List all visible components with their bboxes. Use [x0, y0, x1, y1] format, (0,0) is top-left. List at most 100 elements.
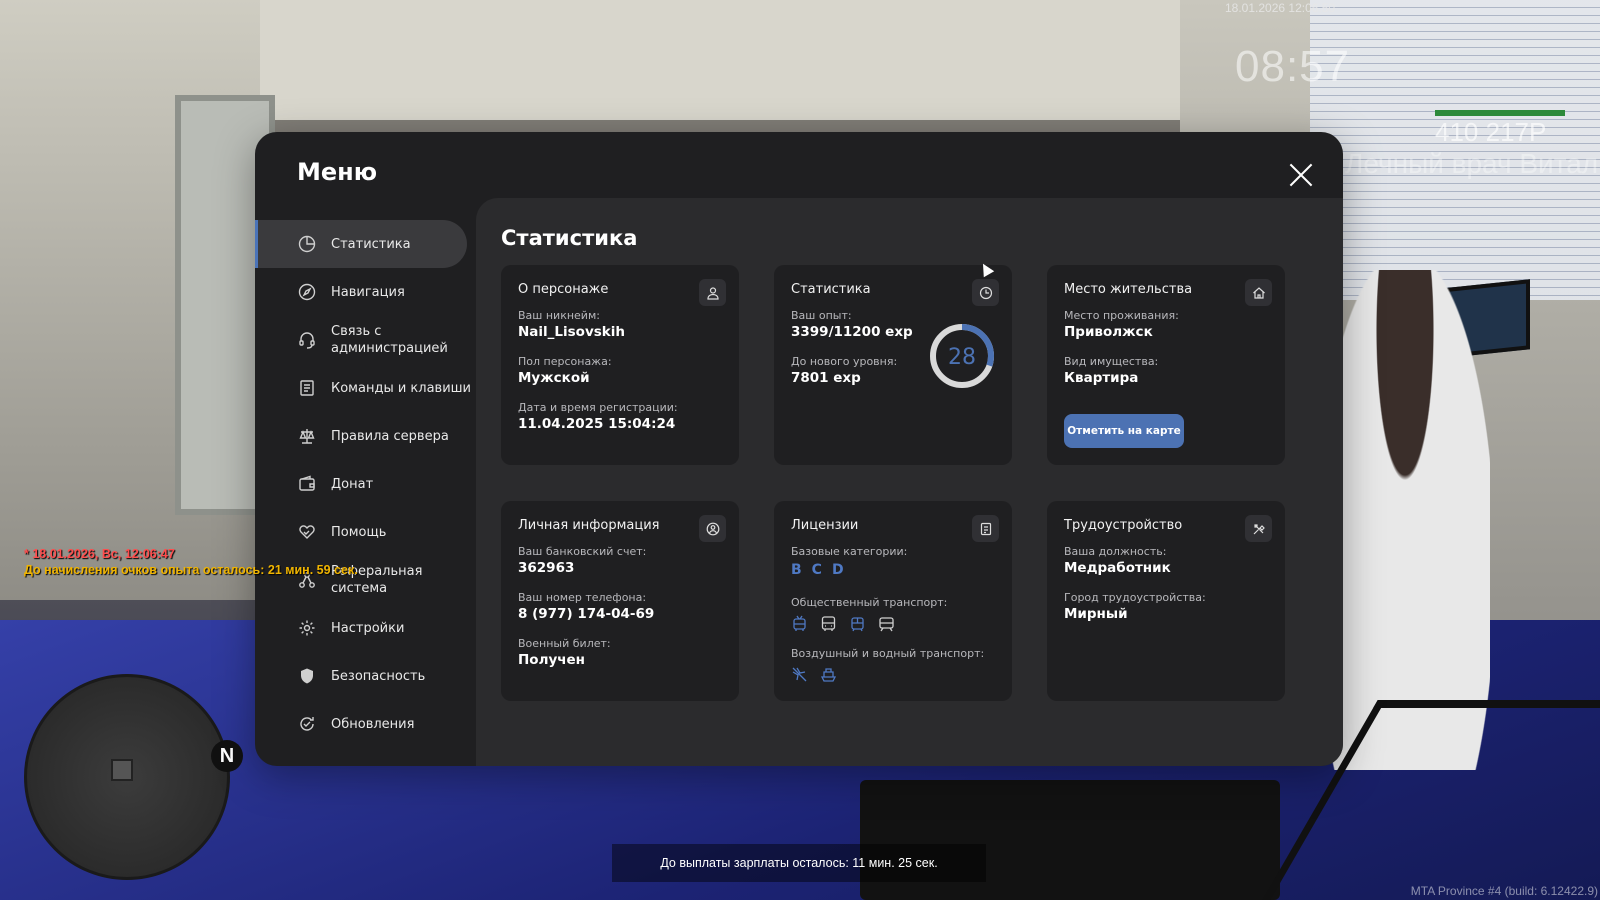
person-icon: [699, 279, 726, 306]
chat-line: До начисления очков опыта осталось: 21 м…: [24, 563, 358, 577]
field-registration: Дата и время регистрации: 11.04.2025 15:…: [518, 401, 678, 432]
license-category-c: C: [811, 562, 822, 578]
sidebar-item-label: Навигация: [331, 284, 405, 300]
sidebar-item-updates[interactable]: Обновления: [255, 700, 476, 748]
sidebar-item-label: Обновления: [331, 716, 415, 732]
field-place: Место проживания: Приволжск: [1064, 309, 1179, 340]
sidebar-item-label: Правила сервера: [331, 428, 449, 444]
sidebar-item-statistics[interactable]: Статистика: [255, 220, 467, 268]
hud-clock: 08:57: [1235, 42, 1351, 91]
hud-health-bar: [1435, 110, 1565, 116]
sidebar-item-commands[interactable]: Команды и клавиши: [255, 364, 476, 412]
field-value: Приволжск: [1064, 324, 1153, 340]
field-air-water-transport: Воздушный и водный транспорт:: [791, 647, 984, 683]
field-label: Дата и время регистрации:: [518, 401, 678, 414]
headset-icon: [297, 330, 317, 350]
field-value: Квартира: [1064, 370, 1139, 386]
card-employment: Трудоустройство Ваша должность: Медработ…: [1047, 501, 1285, 701]
hud-date-time: 18.01.2026 12:06:50: [1225, 1, 1336, 15]
license-category-b: B: [791, 562, 802, 578]
hud-player-title: Лечный врач Витал: [1345, 148, 1599, 179]
sidebar-item-label: Статистика: [331, 236, 411, 252]
chair: [860, 780, 1280, 900]
field-military-id: Военный билет: Получен: [518, 637, 611, 668]
field-label: До нового уровня:: [791, 355, 898, 368]
metro-icon: [879, 617, 894, 632]
card-title: Личная информация: [518, 518, 660, 533]
card-character: О персонаже Ваш никнейм: Nail_Lisovskih …: [501, 265, 739, 465]
wallet-icon: [297, 474, 317, 494]
field-gender: Пол персонажа: Мужской: [518, 355, 612, 386]
level-number: 28: [948, 345, 976, 370]
field-label: Вид имущества:: [1064, 355, 1159, 368]
boat-icon: [820, 668, 837, 682]
scales-icon: [297, 426, 317, 446]
section-title: Статистика: [501, 226, 638, 250]
tram-icon: [851, 617, 864, 632]
field-base-categories: Базовые категории: B C D: [791, 545, 907, 578]
mark-on-map-button[interactable]: Отметить на карте: [1064, 414, 1184, 448]
gear-icon: [297, 618, 317, 638]
build-info: MTA Province #4 (build: 6.12422.9): [1410, 884, 1598, 898]
field-value: Получен: [518, 652, 586, 668]
card-personal-info: Личная информация Ваш банковский счет: 3…: [501, 501, 739, 701]
sidebar-item-donate[interactable]: Донат: [255, 460, 476, 508]
sidebar-item-rules[interactable]: Правила сервера: [255, 412, 476, 460]
handshake-heart-icon: [297, 522, 317, 542]
hud-money: 410 217Р: [1435, 117, 1547, 147]
field-job-position: Ваша должность: Медработник: [1064, 545, 1171, 576]
user-circle-icon: [699, 515, 726, 542]
clock-chart-icon: [972, 279, 999, 306]
card-statistics: Статистика Ваш опыт: 3399/11200 exp До н…: [774, 265, 1012, 465]
field-label: Воздушный и водный транспорт:: [791, 647, 985, 660]
field-value: Мирный: [1064, 606, 1128, 622]
field-value: Nail_Lisovskih: [518, 324, 626, 340]
field-label: Ваш банковский счет:: [518, 545, 647, 558]
sidebar-item-label: Настройки: [331, 620, 405, 636]
field-nickname: Ваш никнейм: Nail_Lisovskih: [518, 309, 625, 340]
compass-north-icon: N: [211, 740, 243, 772]
content-panel: Статистика О персонаже Ваш никнейм: Nail…: [476, 198, 1343, 766]
sidebar-item-navigation[interactable]: Навигация: [255, 268, 476, 316]
field-job-city: Город трудоустройства: Мирный: [1064, 591, 1206, 622]
minimap: [24, 674, 230, 880]
level-progress-ring: 28: [930, 324, 994, 388]
chat-line: * 18.01.2026, Вс, 12:06:47: [24, 547, 175, 561]
card-title: Статистика: [791, 282, 871, 297]
license-icon: [972, 515, 999, 542]
sidebar: Статистика Навигация Связь с администрац…: [255, 220, 476, 748]
card-residence: Место жительства Место проживания: Приво…: [1047, 265, 1285, 465]
sidebar-item-security[interactable]: Безопасность: [255, 652, 476, 700]
document-list-icon: [297, 378, 317, 398]
public-transport-icons: [791, 615, 947, 632]
field-property: Вид имущества: Квартира: [1064, 355, 1158, 386]
air-water-transport-icons: [791, 666, 984, 683]
field-value: Мужской: [518, 370, 590, 386]
close-button[interactable]: [1288, 162, 1314, 188]
sidebar-item-label: Помощь: [331, 524, 387, 540]
chat-box: * 18.01.2026, Вс, 12:06:47 До начисления…: [24, 546, 358, 578]
field-value: 11.04.2025 15:04:24: [518, 416, 676, 432]
sidebar-item-settings[interactable]: Настройки: [255, 604, 476, 652]
menu-title: Меню: [297, 158, 378, 186]
sidebar-item-admin-contact[interactable]: Связь с администрацией: [255, 316, 476, 364]
card-title: Место жительства: [1064, 282, 1193, 297]
sidebar-item-label: Донат: [331, 476, 374, 492]
trolleybus-icon: [793, 615, 806, 631]
sidebar-item-label: Связь с администрацией: [331, 324, 448, 356]
field-label: Пол персонажа:: [518, 355, 612, 368]
license-categories: B C D: [791, 562, 907, 578]
menu-window: Меню Статистика Навигация Связь с админи…: [255, 132, 1343, 766]
field-label: Ваш номер телефона:: [518, 591, 647, 604]
field-label: Ваш никнейм:: [518, 309, 600, 322]
house-icon: [1245, 279, 1272, 306]
field-value: 362963: [518, 560, 575, 576]
player-blip-icon: [111, 759, 133, 781]
field-value: 7801 exp: [791, 370, 861, 386]
field-public-transport: Общественный транспорт:: [791, 596, 947, 632]
sidebar-item-label: Команды и клавиши: [331, 380, 472, 396]
refresh-icon: [297, 714, 317, 734]
card-licenses: Лицензии Базовые категории: B C D Общест…: [774, 501, 1012, 701]
field-experience: Ваш опыт: 3399/11200 exp: [791, 309, 913, 340]
plane-icon: [792, 667, 807, 682]
